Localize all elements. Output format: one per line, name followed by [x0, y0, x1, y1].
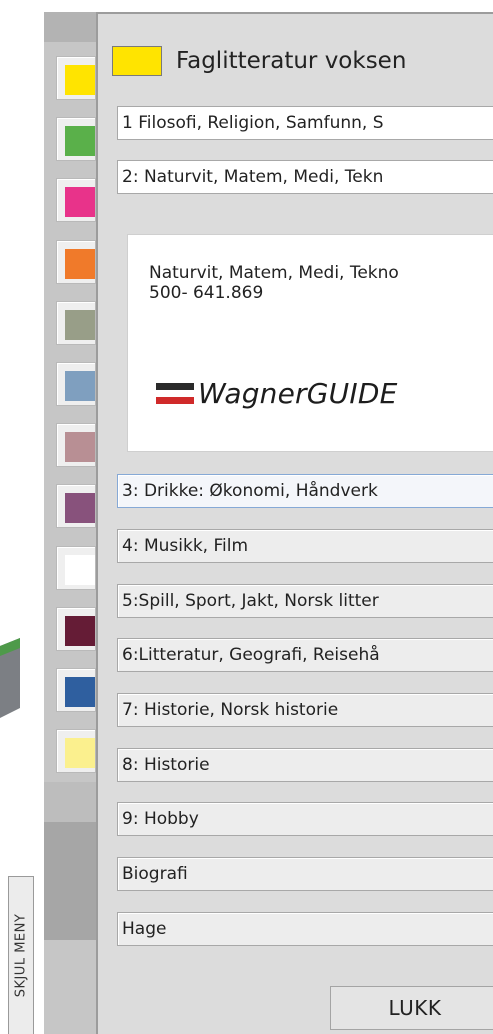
hide-menu-label: SKJUL MENY	[13, 913, 29, 998]
cube-icon	[0, 638, 20, 718]
category-list: 1 Filosofi, Religion, Samfunn, S 2: Natu…	[117, 106, 493, 949]
swatch-button-light-yellow[interactable]	[56, 729, 96, 774]
swatch-button-dusty-rose[interactable]	[56, 423, 96, 468]
list-item[interactable]: 4: Musikk, Film	[117, 529, 493, 563]
swatch-button-purple[interactable]	[56, 484, 96, 529]
swatch-button-steel-blue[interactable]	[56, 362, 96, 406]
color-swatch	[65, 677, 95, 707]
swatch-button-blue[interactable]	[56, 668, 96, 712]
color-swatch	[65, 187, 95, 218]
list-item[interactable]: 5:Spill, Sport, Jakt, Norsk litter	[117, 584, 493, 618]
color-swatch	[65, 738, 95, 769]
dialog-header: Faglitteratur voksen	[112, 38, 493, 84]
detail-panel: Naturvit, Matem, Medi, Tekno 500- 641.86…	[127, 234, 493, 452]
hide-menu-tab[interactable]: SKJUL MENY	[8, 876, 34, 1034]
list-item[interactable]: 7: Historie, Norsk historie	[117, 693, 493, 727]
dialog-color-swatch	[112, 46, 162, 76]
color-swatch	[65, 554, 95, 585]
swatch-button-orange[interactable]	[56, 239, 96, 284]
swatch-button-white[interactable]	[56, 545, 96, 590]
color-swatch	[65, 126, 95, 157]
flag-icon	[156, 382, 194, 405]
color-swatch	[65, 371, 95, 401]
color-swatch	[65, 65, 95, 95]
list-item[interactable]: Hage	[117, 912, 493, 946]
category-dialog: Faglitteratur voksen 1 Filosofi, Religio…	[96, 12, 493, 1034]
list-item[interactable]: 8: Historie	[117, 748, 493, 782]
list-item[interactable]: 2: Naturvit, Matem, Medi, Tekn	[117, 160, 493, 194]
swatch-button-burgundy[interactable]	[56, 606, 96, 651]
list-item[interactable]: 3: Drikke: Økonomi, Håndverk	[117, 474, 493, 508]
color-swatch	[65, 248, 95, 279]
detail-name: Naturvit, Matem, Medi, Tekno	[149, 263, 399, 283]
color-swatch	[65, 493, 95, 524]
list-item[interactable]: 9: Hobby	[117, 802, 493, 836]
swatch-button-olive-gray[interactable]	[56, 300, 96, 345]
swatch-button-yellow[interactable]	[56, 56, 96, 100]
color-swatch	[65, 615, 95, 646]
list-item[interactable]: Biografi	[117, 857, 493, 891]
list-item[interactable]: 6:Litteratur, Geografi, Reisehå	[117, 638, 493, 672]
color-swatch	[65, 309, 95, 340]
close-button[interactable]: LUKK	[330, 986, 493, 1030]
swatch-button-green[interactable]	[56, 117, 96, 162]
detail-range: 500- 641.869	[149, 283, 264, 303]
list-item[interactable]: 1 Filosofi, Religion, Samfunn, S	[117, 106, 493, 140]
swatch-button-pink[interactable]	[56, 178, 96, 223]
brand-logo: WagnerGUIDE	[156, 377, 397, 410]
dialog-title: Faglitteratur voksen	[176, 48, 407, 74]
brand-name: WagnerGUIDE	[198, 377, 398, 410]
color-swatch	[65, 432, 95, 463]
